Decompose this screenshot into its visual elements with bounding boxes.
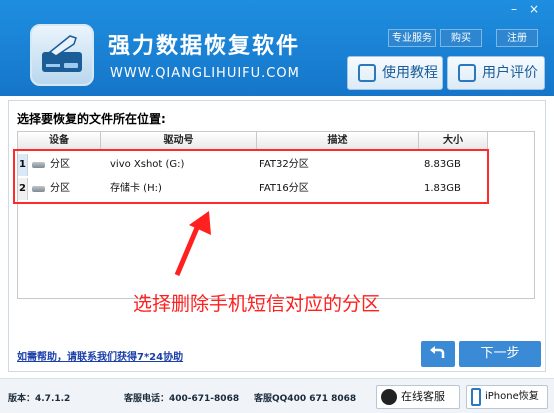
online-service-label: 在线客服 — [401, 390, 445, 403]
tutorial-button[interactable]: 使用教程 — [347, 56, 443, 90]
content-panel: 选择要恢复的文件所在位置: 设备 驱动号 描述 大小 1 分区 vivo Xsh… — [8, 100, 546, 372]
column-drive[interactable]: 驱动号 — [101, 132, 257, 150]
section-title: 选择要恢复的文件所在位置: — [17, 112, 166, 126]
book-icon — [358, 64, 376, 82]
disk-wrench-icon — [42, 35, 82, 72]
app-logo — [30, 24, 94, 86]
phone-icon — [471, 388, 481, 406]
app-title: 强力数据恢复软件 — [108, 34, 301, 59]
user-review-button-label: 用户评价 — [482, 65, 538, 81]
qq-label: 客服QQ400 671 8068 — [254, 394, 357, 404]
header-bar: 强力数据恢复软件 WWW.QIANGLIHUIFU.COM – × 专业服务 购… — [0, 0, 554, 96]
status-bar: 版本：4.7.1.2 客服电话：400-671-8068 客服QQ400 671… — [0, 378, 554, 413]
buy-link[interactable]: 购买 — [440, 29, 482, 47]
arrow-icon — [174, 211, 211, 276]
tutorial-button-label: 使用教程 — [382, 65, 438, 81]
close-button[interactable]: × — [526, 2, 542, 16]
qq-penguin-icon — [381, 389, 397, 405]
register-link[interactable]: 注册 — [496, 29, 538, 47]
table-header: 设备 驱动号 描述 大小 — [18, 132, 488, 150]
version-label: 版本：4.7.1.2 — [8, 394, 71, 404]
app-window: 强力数据恢复软件 WWW.QIANGLIHUIFU.COM – × 专业服务 购… — [0, 0, 554, 413]
comment-icon — [458, 64, 476, 82]
help-link[interactable]: 如需帮助，请联系我们获得7*24协助 — [17, 348, 183, 363]
next-button[interactable]: 下一步 — [459, 341, 541, 367]
column-description[interactable]: 描述 — [257, 132, 419, 150]
iphone-recovery-label: iPhone恢复 — [485, 391, 539, 402]
annotation-text: 选择删除手机短信对应的分区 — [133, 293, 381, 315]
highlight-box — [13, 149, 489, 204]
phone-label: 客服电话：400-671-8068 — [124, 394, 240, 404]
back-button[interactable] — [421, 341, 455, 367]
iphone-recovery-button[interactable]: iPhone恢复 — [466, 385, 548, 409]
back-arrow-icon — [430, 346, 445, 358]
minimize-button[interactable]: – — [506, 2, 522, 16]
app-url: WWW.QIANGLIHUIFU.COM — [110, 66, 300, 81]
user-review-button[interactable]: 用户评价 — [447, 56, 545, 90]
column-device[interactable]: 设备 — [18, 132, 101, 150]
pro-service-link[interactable]: 专业服务 — [388, 29, 436, 47]
column-size[interactable]: 大小 — [419, 132, 488, 150]
online-service-button[interactable]: 在线客服 — [376, 385, 460, 409]
